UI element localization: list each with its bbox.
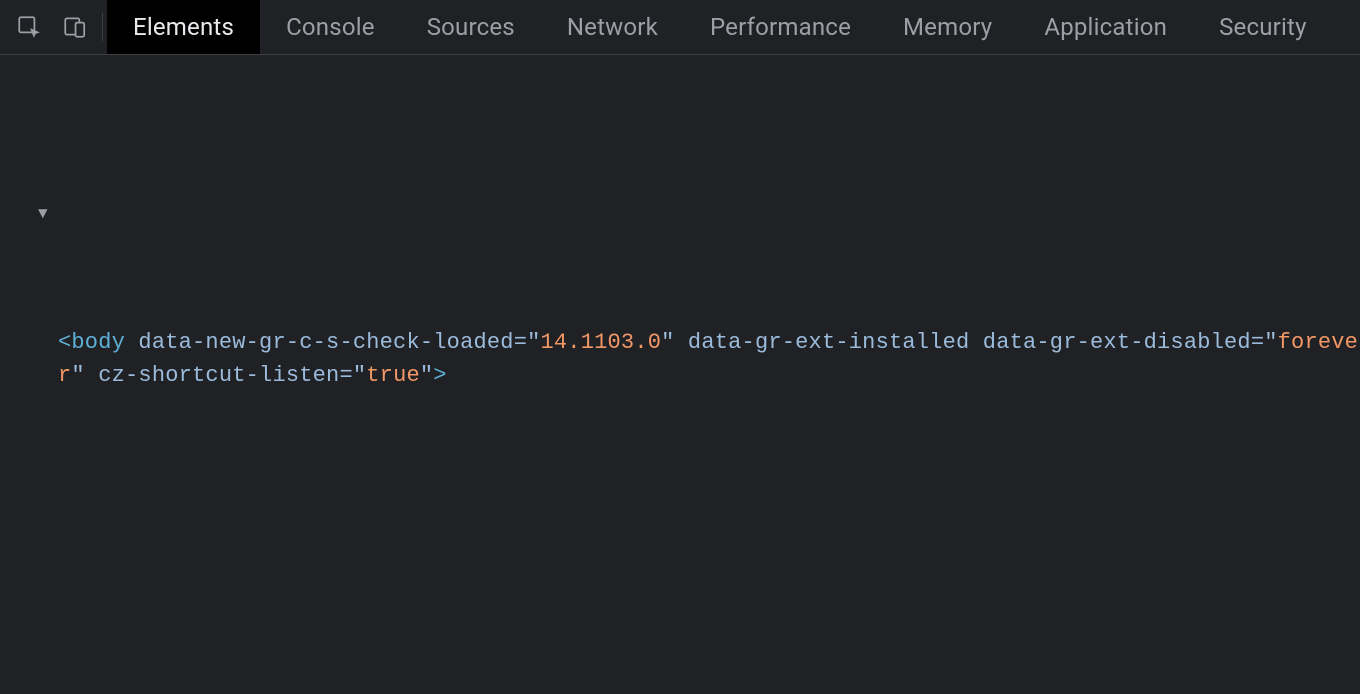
- quote: ": [527, 330, 540, 355]
- tab-label: Elements: [133, 13, 234, 41]
- attr-value: true: [366, 363, 420, 388]
- quote: ": [661, 330, 674, 355]
- tab-security[interactable]: Security: [1193, 0, 1333, 54]
- tag-close-bracket: >: [433, 363, 446, 388]
- attr-name: cz-shortcut-listen: [85, 363, 340, 388]
- attr-name: data-gr-ext-installed: [675, 330, 970, 355]
- device-toolbar-icon[interactable]: [52, 0, 98, 55]
- tab-console[interactable]: Console: [260, 0, 401, 54]
- tab-sources[interactable]: Sources: [401, 0, 541, 54]
- quote: ": [353, 363, 366, 388]
- tab-application[interactable]: Application: [1018, 0, 1193, 54]
- quote: ": [420, 363, 433, 388]
- tab-elements[interactable]: Elements: [107, 0, 260, 54]
- attr-name: data-gr-ext-disabled: [969, 330, 1250, 355]
- tab-label: Sources: [427, 13, 515, 41]
- tab-label: Performance: [710, 13, 851, 41]
- tab-label: Security: [1219, 13, 1307, 41]
- attr-value: 14.1103.0: [541, 330, 662, 355]
- devtools-toolbar: Elements Console Sources Network Perform…: [0, 0, 1360, 55]
- tag-open: <body: [58, 330, 125, 355]
- tab-network[interactable]: Network: [541, 0, 684, 54]
- dom-tree[interactable]: ▼ <body data-new-gr-c-s-check-loaded="14…: [0, 55, 1360, 694]
- tab-label: Application: [1044, 13, 1167, 41]
- inspect-element-icon[interactable]: [6, 0, 52, 55]
- equals: =: [339, 363, 352, 388]
- equals: =: [1251, 330, 1264, 355]
- tab-memory[interactable]: Memory: [877, 0, 1018, 54]
- dom-node-body[interactable]: ▼ <body data-new-gr-c-s-check-loaded="14…: [0, 197, 1360, 490]
- devtools-tabs: Elements Console Sources Network Perform…: [107, 0, 1333, 55]
- dom-node-noscript[interactable]: <noscript>You need to enable JavaScript …: [0, 620, 1360, 694]
- tab-label: Memory: [903, 13, 992, 41]
- quote: ": [1264, 330, 1277, 355]
- tab-label: Network: [567, 13, 658, 41]
- expand-arrow-icon[interactable]: ▼: [38, 203, 48, 227]
- tab-performance[interactable]: Performance: [684, 0, 877, 54]
- quote: ": [71, 363, 84, 388]
- toolbar-separator: [102, 13, 103, 41]
- tab-label: Console: [286, 13, 375, 41]
- equals: =: [514, 330, 527, 355]
- attr-name: data-new-gr-c-s-check-loaded: [125, 330, 514, 355]
